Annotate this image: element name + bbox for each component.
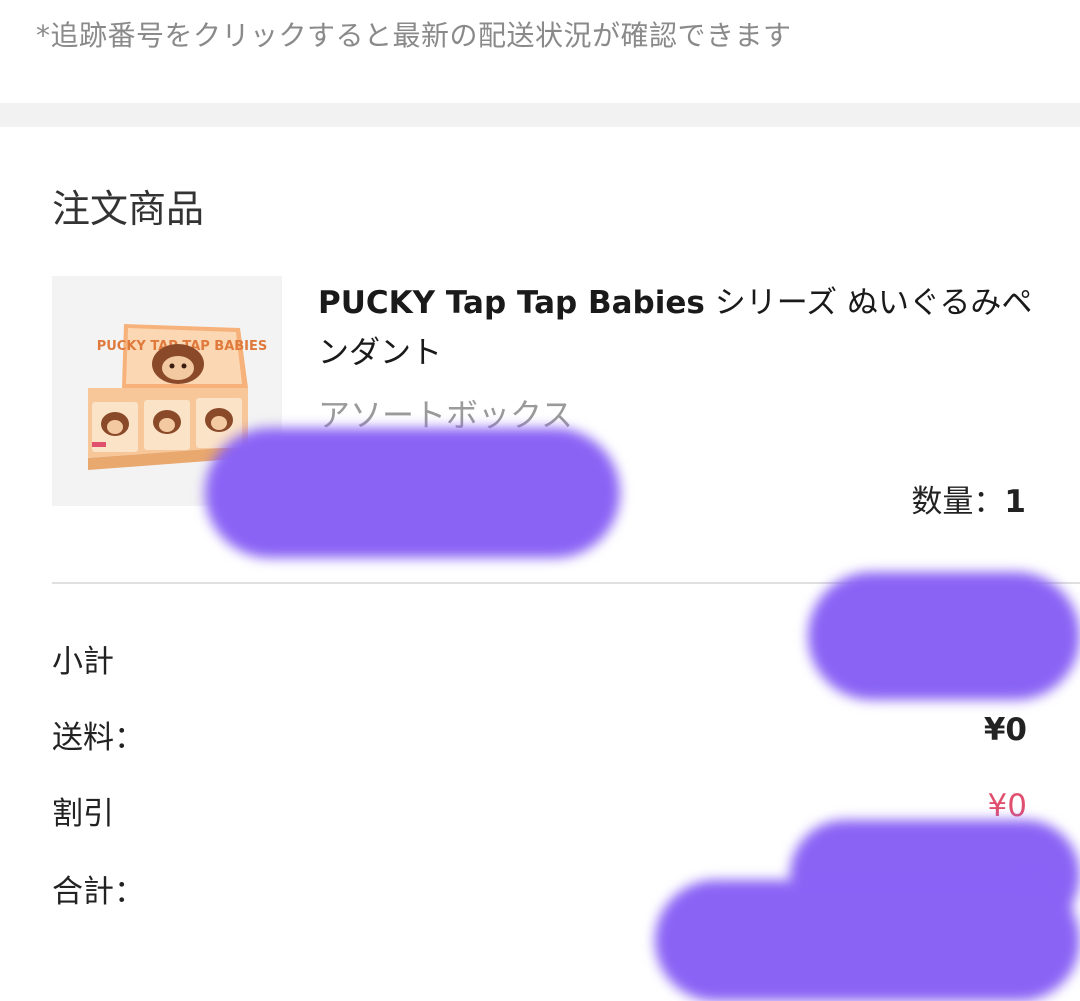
discount-label: 割引: [52, 796, 114, 832]
subtotal-label: 小計: [52, 644, 114, 680]
order-detail-page: *追跡番号をクリックすると最新の配送状況が確認できます 注文商品 PUCKY T…: [0, 0, 1080, 1001]
tracking-note: *追跡番号をクリックすると最新の配送状況が確認できます: [36, 19, 792, 52]
product-name-brand: PUCKY Tap Tap Babies: [318, 285, 705, 321]
section-divider: [0, 103, 1080, 127]
discount-value: ¥0: [987, 788, 1027, 824]
mini-box-2: [144, 400, 190, 450]
redaction-mark-subtotal: [808, 572, 1080, 700]
redaction-mark-product: [205, 428, 620, 558]
total-label: 合計：: [52, 874, 145, 910]
redaction-mark-total-lower: [655, 880, 1080, 1001]
shipping-label: 送料：: [52, 720, 145, 756]
quantity-value: 1: [1004, 484, 1026, 520]
product-name[interactable]: PUCKY Tap Tap Babies シリーズ ぬいぐるみペンダント: [318, 278, 1038, 378]
quantity-label: 数量：: [911, 484, 1005, 520]
shipping-row: 送料： ¥0: [52, 712, 1027, 756]
section-title: 注文商品: [52, 187, 205, 231]
shipping-value: ¥0: [983, 712, 1027, 748]
quantity: 数量：1: [911, 476, 1026, 521]
